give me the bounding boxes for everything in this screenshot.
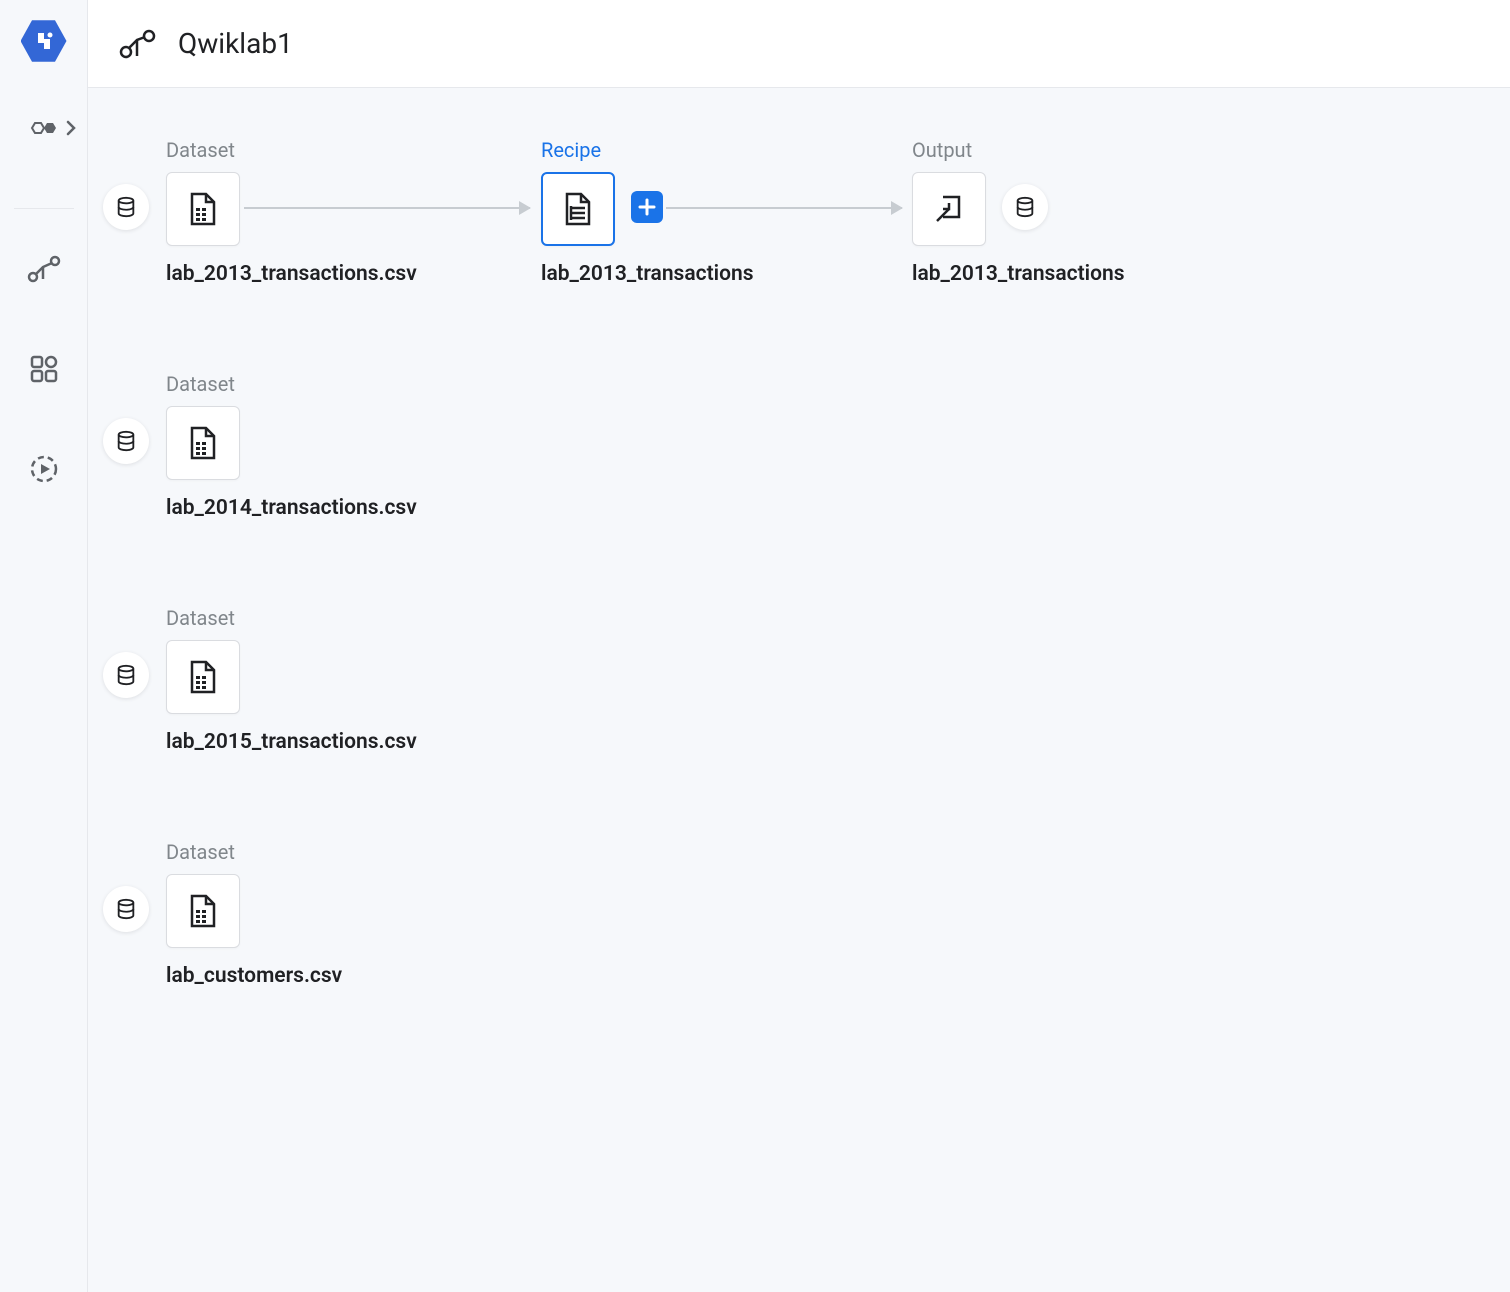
source-bubble[interactable]	[103, 652, 149, 698]
database-icon	[1014, 196, 1036, 218]
node-type-label: Dataset	[166, 138, 417, 162]
dataset-node[interactable]: Dataset lab_2013_transactions.csv	[166, 138, 417, 286]
node-type-label: Dataset	[166, 606, 417, 630]
flow-canvas[interactable]: Dataset lab_2013_transactions.csv Recipe	[88, 88, 1510, 1292]
node-card[interactable]	[166, 874, 240, 948]
node-card[interactable]	[166, 640, 240, 714]
nav-flows[interactable]	[14, 239, 74, 299]
hex-cluster-icon	[26, 116, 62, 140]
node-card-selected[interactable]	[541, 172, 615, 246]
node-name: lab_2013_transactions	[541, 262, 754, 286]
node-card[interactable]	[166, 406, 240, 480]
dataset-node[interactable]: Dataset lab_customers.csv	[166, 840, 342, 988]
file-data-icon	[187, 426, 219, 460]
flow-icon	[27, 255, 61, 283]
node-name: lab_2015_transactions.csv	[166, 730, 417, 754]
recipe-icon	[562, 192, 594, 226]
source-bubble[interactable]	[103, 184, 149, 230]
app-logo[interactable]	[21, 18, 67, 64]
node-type-label: Dataset	[166, 840, 342, 864]
play-progress-icon	[28, 453, 60, 485]
add-step-button[interactable]	[631, 191, 663, 223]
node-card[interactable]	[166, 172, 240, 246]
nav-home[interactable]	[14, 98, 74, 158]
nav-library[interactable]	[14, 339, 74, 399]
node-card[interactable]	[912, 172, 986, 246]
file-data-icon	[187, 894, 219, 928]
file-data-icon	[187, 192, 219, 226]
left-rail	[0, 0, 88, 1292]
node-name: lab_customers.csv	[166, 964, 342, 988]
source-bubble[interactable]	[103, 418, 149, 464]
page-title: Qwiklab1	[178, 27, 293, 60]
chevron-right-icon	[66, 120, 78, 136]
node-type-label: Output	[912, 138, 1125, 162]
flow-header-icon	[118, 28, 156, 60]
database-icon	[115, 196, 137, 218]
node-type-label: Dataset	[166, 372, 417, 396]
page-header: Qwiklab1	[88, 0, 1510, 88]
grid-icon	[29, 354, 59, 384]
output-icon	[933, 193, 965, 225]
source-bubble[interactable]	[103, 886, 149, 932]
database-icon	[115, 430, 137, 452]
node-type-label: Recipe	[541, 138, 754, 162]
node-name: lab_2013_transactions.csv	[166, 262, 417, 286]
database-icon	[115, 898, 137, 920]
rail-divider	[14, 208, 74, 209]
nav-jobs[interactable]	[14, 439, 74, 499]
file-data-icon	[187, 660, 219, 694]
logo-glyph-icon	[32, 29, 56, 53]
destination-bubble[interactable]	[1002, 184, 1048, 230]
dataset-node[interactable]: Dataset lab_2015_transactions.csv	[166, 606, 417, 754]
plus-icon	[638, 198, 656, 216]
node-name: lab_2014_transactions.csv	[166, 496, 417, 520]
database-icon	[115, 664, 137, 686]
dataset-node[interactable]: Dataset lab_2014_transactions.csv	[166, 372, 417, 520]
node-name: lab_2013_transactions	[912, 262, 1125, 286]
